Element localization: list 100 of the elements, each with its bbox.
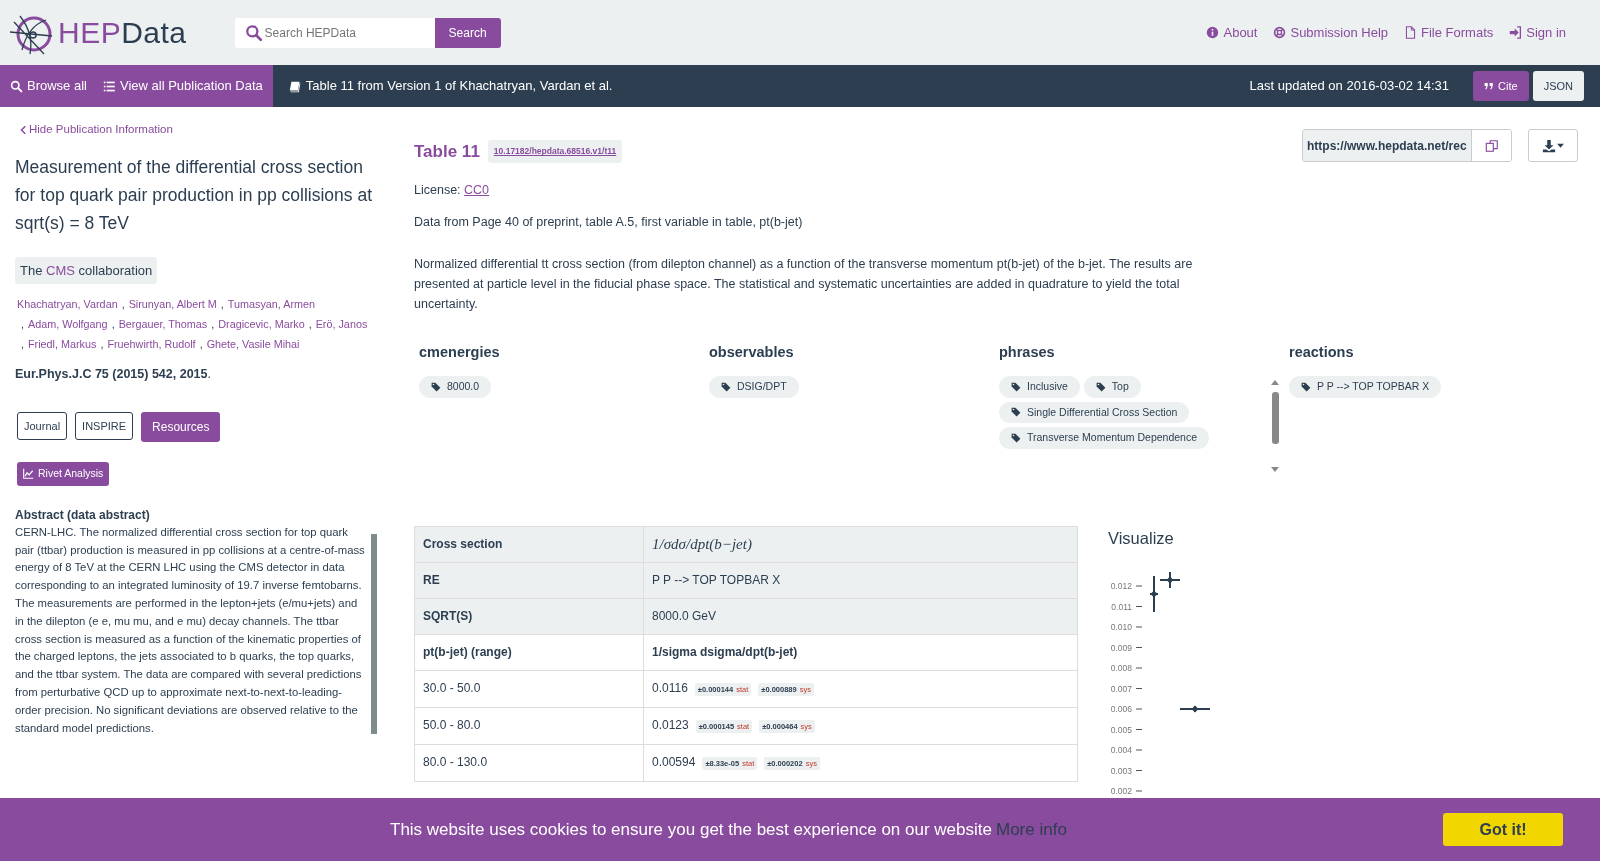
table-title: Table 11 xyxy=(414,141,480,163)
table-description: Normalized differential tt cross section (from dilepton channel) as a function of the transverse momentum pt(b-jet) of the b-jet. The results are presented at particle level in the fiducial phase space. The statistical and systematic uncertainties are added in quadrature to yield the total uncertainty. xyxy=(414,256,1194,313)
page-title: Table 11 from Version 1 of Khachatryan, Vardan et al. xyxy=(305,77,613,96)
table-cell: 80.0 - 130.0 xyxy=(414,744,644,782)
last-updated: Last updated on 2016-03-02 14:31 xyxy=(1249,77,1450,96)
keyword-tag[interactable]: Inclusive xyxy=(999,375,1080,398)
keyword-tag[interactable]: Transverse Momentum Dependence xyxy=(999,427,1210,449)
copy-button[interactable] xyxy=(1471,130,1511,161)
journal-reference: Eur.Phys.J.C 75 (2015) 542, 2015. xyxy=(15,366,212,383)
cite-button[interactable]: Cite xyxy=(1473,71,1529,101)
keyword-tag[interactable]: Single Differential Cross Section xyxy=(999,401,1190,424)
info-icon xyxy=(1206,26,1220,39)
search-button[interactable]: Search xyxy=(434,17,501,48)
json-button[interactable]: JSON xyxy=(1532,71,1584,101)
comma-separator: , xyxy=(199,337,203,352)
collaboration-link[interactable]: CMS xyxy=(46,262,75,278)
tag-icon xyxy=(1301,381,1311,392)
author-link[interactable]: Ghete, Vasile Mihai xyxy=(206,336,300,353)
author-link[interactable]: Bergauer, Thomas xyxy=(118,316,208,333)
data-point xyxy=(1179,704,1211,713)
keyword-tag[interactable]: P P --> TOP TOPBAR X xyxy=(1289,375,1442,398)
browse-link[interactable]: Browse all xyxy=(10,76,87,96)
table-cell-value: 0.0123 xyxy=(652,717,689,732)
hide-info-link[interactable]: Hide Publication Information xyxy=(19,121,173,139)
about-link[interactable]: About xyxy=(1206,22,1258,43)
qualifier-value: P P --> TOP TOPBAR X xyxy=(643,562,1078,599)
caret-icon xyxy=(1555,141,1565,150)
cookie-message: This website uses cookies to ensure you get the best experience on our website xyxy=(390,818,992,841)
url-field[interactable]: https://www.hepdata.net/rec xyxy=(1302,129,1512,162)
abstract-text: CERN-LHC. The normalized differential cross section for top quark pair (ttbar) production is measured in pp collisions at a centre-of-mass energy of 8 TeV at the CERN LHC using the CMS detector in data corresponding to an integrated luminosity of 19.7 inverse femtobarns. The measurements are performed in the lepton+jets (e/mu+jets) and in the dilepton (e e, mu mu, and e mu) decay channels. The ttbar cross section is measured as a function of the kinematic properties of the charged leptons, the jets associated to b quarks, the top quarks, and the ttbar system. The data are compared with several predictions from perturbative QCD up to approximate next-to-next-to-leading-order precision. No significant deviations are observed relative to the standard model predictions. xyxy=(15,524,366,734)
column-header: 1/sigma dsigma/dpt(b-jet) xyxy=(643,634,1078,671)
column-header: pt(b-jet) (range) xyxy=(414,634,644,671)
copy-icon xyxy=(1484,139,1499,154)
keyword-tag[interactable]: 8000.0 xyxy=(419,375,492,398)
keyword-heading: cmenergies xyxy=(419,343,501,362)
resources-button[interactable]: Resources xyxy=(141,411,221,442)
comma-separator: , xyxy=(21,337,24,352)
table-cell: 30.0 - 50.0 xyxy=(414,670,644,708)
journal-button[interactable]: Journal xyxy=(17,411,68,440)
author-link[interactable]: Friedl, Markus xyxy=(28,336,97,353)
keyword-tag[interactable]: Top xyxy=(1083,375,1141,398)
keyword-tag[interactable]: DSIG/DPT xyxy=(709,375,799,398)
download-icon xyxy=(1541,138,1556,153)
chevron-icon xyxy=(19,125,29,135)
qualifier-label: SQRT(S) xyxy=(414,598,644,635)
comma-separator: , xyxy=(308,317,312,332)
publication-data-link[interactable]: View all Publication Data xyxy=(102,76,263,96)
keyword-heading: reactions xyxy=(1289,343,1355,362)
search-box[interactable]: Search HEPData xyxy=(234,17,435,48)
tag-icon xyxy=(1011,407,1021,418)
chart-title: Visualize xyxy=(1108,527,1175,549)
author-link[interactable]: Tumasyan, Armen xyxy=(227,296,316,313)
author-link[interactable]: Fruehwirth, Rudolf xyxy=(107,336,196,353)
author-link[interactable]: Khachatryan, Vardan xyxy=(17,296,118,313)
comma-separator: , xyxy=(21,317,24,332)
keyword-heading: phrases xyxy=(999,343,1056,362)
publication-title: Measurement of the differential cross section for top quark pair production in pp collisions at sqrt(s) = 8 TeV xyxy=(15,155,373,235)
table-cell-value: 0.0116 xyxy=(652,680,688,695)
sign-in-link[interactable]: Sign in xyxy=(1509,22,1566,43)
help-link[interactable]: Submission Help xyxy=(1273,22,1388,43)
tag-icon xyxy=(721,381,731,392)
book-icon xyxy=(288,79,302,93)
chart-icon xyxy=(23,468,34,480)
license-text: License: CC0 xyxy=(414,181,491,199)
author-link[interactable]: Adam, Wolfgang xyxy=(28,316,108,333)
search-icon xyxy=(10,79,23,93)
comma-separator: , xyxy=(121,297,125,312)
author-link[interactable]: Erö, Janos xyxy=(315,316,368,333)
qualifier-value: 8000.0 GeV xyxy=(643,598,1078,635)
file-formats-link[interactable]: File Formats xyxy=(1404,22,1494,43)
scrollbar-thumb[interactable] xyxy=(371,533,377,734)
download-button[interactable] xyxy=(1528,129,1578,162)
search-icon xyxy=(244,23,263,42)
logo-text[interactable]: HEPData xyxy=(58,10,187,55)
collaboration-suffix: collaboration xyxy=(78,262,153,278)
comma-separator: , xyxy=(111,317,115,332)
lifebuoy-icon xyxy=(1273,26,1287,39)
tag-icon xyxy=(1095,381,1106,392)
y-axis: 0.012 0.011 0.010 0.009 0.008 0.007 0.006 0.005 0.004 0.003 0.002 xyxy=(1110,580,1143,796)
table-cell: 50.0 - 80.0 xyxy=(414,707,644,745)
qualifier-value: 1/σdσ/dpt(b−jet) xyxy=(643,526,1078,563)
tag-icon xyxy=(1011,381,1021,392)
rivet-button[interactable]: Rivet Analysis xyxy=(17,461,110,486)
tag-icon xyxy=(1011,433,1021,444)
author-link[interactable]: Sirunyan, Albert M xyxy=(128,296,217,313)
comma-separator: , xyxy=(220,297,224,312)
comma-separator: , xyxy=(100,337,104,352)
license-link[interactable]: CC0 xyxy=(464,182,490,197)
file-icon xyxy=(1404,26,1417,39)
author-link[interactable]: Dragicevic, Marko xyxy=(218,316,305,333)
table-cell-value: 0.00594 xyxy=(652,754,696,769)
abstract-title: Abstract (data abstract) xyxy=(15,506,151,524)
keyword-heading: observables xyxy=(709,343,795,362)
doi-link[interactable]: 10.17182/hepdata.68516.v1/t11 xyxy=(487,140,623,164)
collaboration-prefix: The xyxy=(20,262,43,278)
sign-in-icon xyxy=(1509,26,1523,39)
qualifier-label: RE xyxy=(414,562,644,599)
quote-icon xyxy=(1484,81,1495,91)
inspire-button[interactable]: INSPIRE xyxy=(75,411,134,440)
accept-button[interactable]: Got it! xyxy=(1443,813,1563,846)
